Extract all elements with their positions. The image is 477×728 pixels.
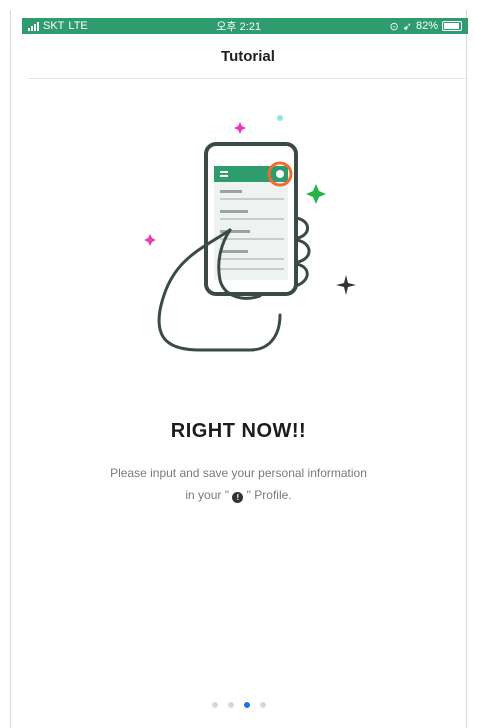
sparkle-dark-icon — [336, 275, 356, 295]
page-title: Tutorial — [221, 47, 275, 65]
description-line-2: in your " ! " Profile. — [0, 484, 477, 506]
sparkle-pink-left-icon — [144, 234, 156, 246]
profile-icon: ! — [232, 492, 244, 503]
carrier-label: SKT — [43, 20, 65, 32]
alarm-icon: ⊙ — [389, 20, 399, 33]
page-indicator — [0, 702, 477, 708]
nav-bar: Tutorial — [28, 34, 468, 79]
description-line-2-suffix: " Profile. — [246, 488, 292, 502]
page-dot-1[interactable] — [211, 702, 218, 708]
battery-icon — [441, 21, 462, 31]
headline: RIGHT NOW!! — [170, 420, 307, 442]
status-left: SKT LTE — [28, 20, 88, 32]
sparkle-cyan-icon — [277, 115, 283, 121]
battery-percent: 82% — [415, 20, 438, 32]
description-line-2-prefix: in your " — [185, 488, 229, 502]
sparkle-pink-top-icon — [234, 122, 246, 134]
description: Please input and save your personal info… — [0, 462, 477, 506]
tutorial-illustration — [144, 115, 356, 352]
page-dot-2[interactable] — [227, 702, 234, 708]
profile-info-icon — [276, 170, 284, 178]
page-dot-3[interactable] — [243, 702, 250, 708]
status-right: ⊙ ➹ 82% — [390, 20, 462, 33]
location-icon: ➹ — [402, 20, 412, 33]
signal-icon — [28, 21, 39, 31]
page-dot-4[interactable] — [259, 702, 266, 708]
network-label: LTE — [68, 20, 88, 32]
status-time: 오후 2:21 — [216, 21, 261, 33]
sparkle-green-icon — [306, 184, 326, 204]
status-bar: SKT LTE 오후 2:21 ⊙ ➹ 82% — [22, 18, 468, 34]
description-line-1: Please input and save your personal info… — [110, 466, 367, 480]
